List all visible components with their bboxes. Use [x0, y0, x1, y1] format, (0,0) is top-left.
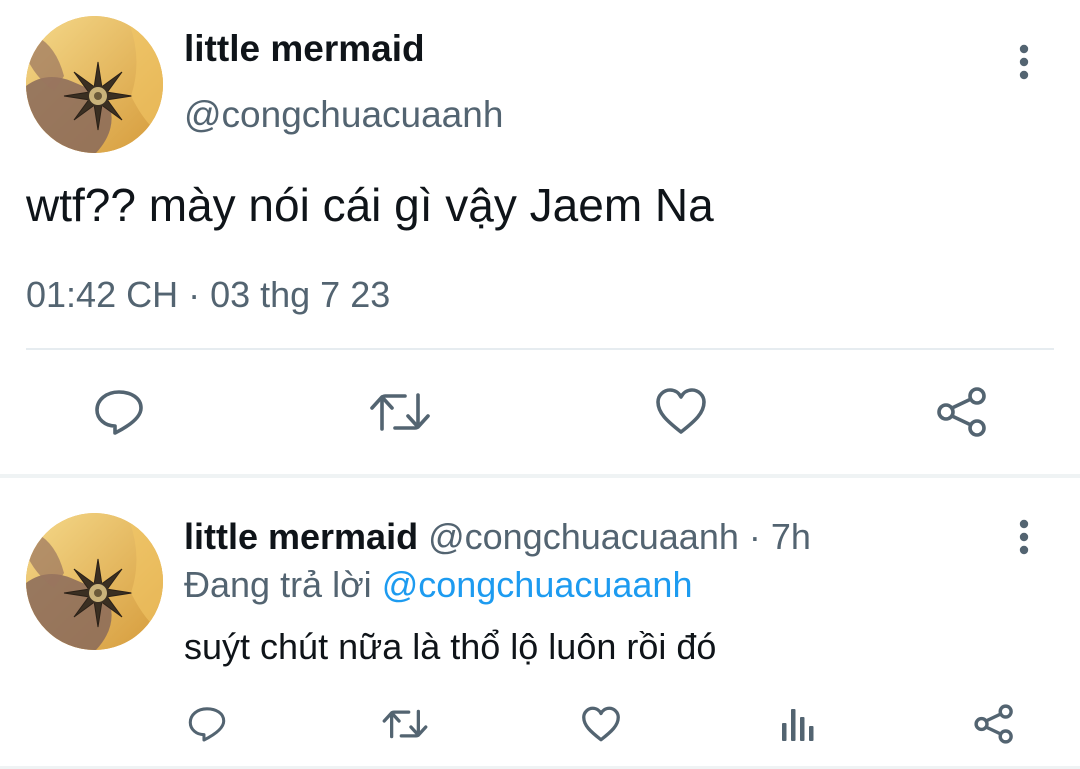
tweet-text: wtf?? mày nói cái gì vậy Jaem Na — [26, 179, 714, 231]
share-icon[interactable] — [972, 702, 1016, 746]
divider — [26, 348, 1054, 350]
share-icon[interactable] — [934, 385, 990, 439]
like-icon[interactable] — [654, 385, 708, 437]
like-icon[interactable] — [580, 704, 622, 744]
avatar[interactable] — [26, 513, 163, 650]
more-vertical-icon[interactable] — [1004, 517, 1044, 557]
retweet-icon[interactable] — [368, 387, 432, 437]
tweet-timestamp[interactable]: 01:42 CH · 03 thg 7 23 — [26, 274, 390, 316]
reply-header: little mermaid @congchuacuaanh · 7h — [184, 516, 811, 558]
section-separator — [0, 474, 1080, 478]
replying-prefix: Đang trả lời — [184, 564, 382, 605]
display-name[interactable]: little mermaid — [184, 516, 418, 557]
user-handle[interactable]: @congchuacuaanh — [184, 94, 503, 136]
time-ago[interactable]: 7h — [771, 516, 811, 557]
mention-link[interactable]: @congchuacuaanh — [382, 564, 693, 605]
tweet-detail-page: little mermaid @congchuacuaanh wtf?? mày… — [0, 0, 1080, 769]
analytics-icon[interactable] — [778, 704, 818, 744]
avatar[interactable] — [26, 16, 163, 153]
display-name[interactable]: little mermaid — [184, 28, 425, 70]
separator: · — [738, 516, 771, 557]
tweet-text: suýt chút nữa là thổ lộ luôn rồi đó — [184, 626, 717, 667]
main-tweet: little mermaid @congchuacuaanh wtf?? mày… — [0, 0, 1080, 470]
more-vertical-icon[interactable] — [1004, 42, 1044, 82]
user-handle[interactable]: @congchuacuaanh — [428, 516, 739, 557]
replying-to: Đang trả lời @congchuacuaanh — [184, 564, 692, 606]
reply-icon[interactable] — [186, 704, 228, 744]
reply-icon[interactable] — [92, 387, 146, 437]
retweet-icon[interactable] — [380, 704, 430, 744]
